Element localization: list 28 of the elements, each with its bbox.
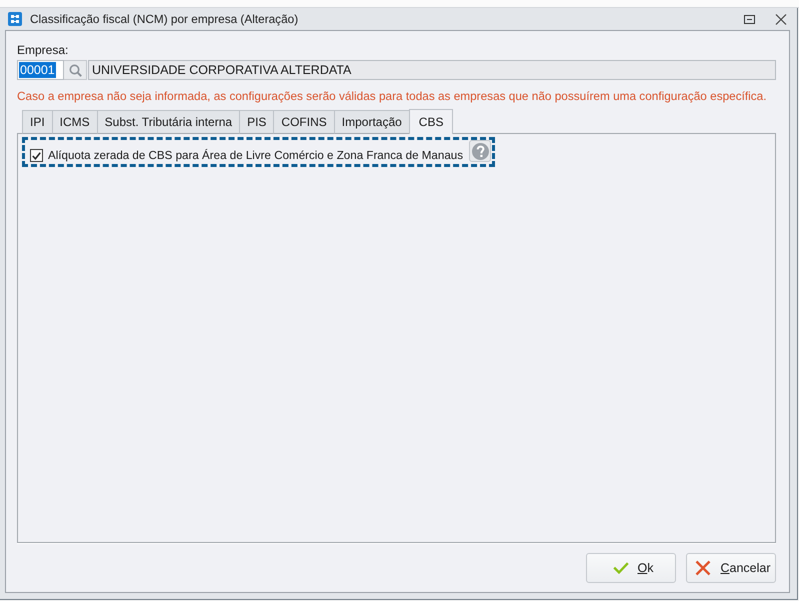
- help-icon: [472, 142, 489, 160]
- code-field[interactable]: 00001: [17, 60, 64, 80]
- tab[interactable]: CBS: [408, 109, 454, 134]
- tab[interactable]: PIS: [239, 110, 274, 134]
- field-label: Empresa:: [17, 42, 70, 58]
- window-title: Classificação fiscal (NCM) por empresa (Alteração): [30, 12, 300, 26]
- search-icon: [68, 64, 82, 76]
- cross-icon: [695, 560, 712, 576]
- help-button[interactable]: [469, 140, 492, 162]
- checkbox[interactable]: [30, 149, 43, 162]
- notice-text: Caso a empresa não seja informada, as configurações serão válidas para todas as empresas que não possuírem uma configuração específica.: [17, 88, 768, 104]
- checkmark-icon: [32, 152, 41, 160]
- check-icon: [612, 562, 628, 574]
- tab[interactable]: COFINS: [273, 110, 335, 134]
- tab[interactable]: Importação: [334, 110, 410, 134]
- tab[interactable]: Subst. Tributária interna: [96, 110, 240, 134]
- restore-button[interactable]: [743, 13, 756, 25]
- checkbox-label: Alíquota zerada de CBS para Área de Livre Comércio e Zona Franca de Manaus: [48, 148, 464, 164]
- company-name-field[interactable]: UNIVERSIDADE CORPORATIVA ALTERDATA: [88, 60, 776, 80]
- app-icon: [8, 12, 22, 26]
- search-button[interactable]: [64, 60, 87, 80]
- cancel-button[interactable]: Cancelar: [686, 553, 776, 583]
- restore-icon: [744, 14, 755, 24]
- tab[interactable]: IPI: [22, 110, 53, 134]
- ok-button[interactable]: Ok: [586, 553, 676, 583]
- close-button[interactable]: [774, 13, 787, 25]
- close-icon: [774, 14, 786, 24]
- tab[interactable]: ICMS: [52, 110, 98, 134]
